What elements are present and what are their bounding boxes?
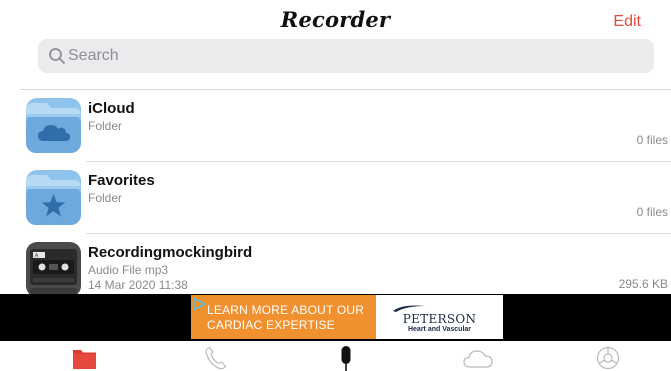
item-count: 0 files: [636, 133, 668, 147]
gear-icon[interactable]: [595, 345, 621, 371]
folder-icon[interactable]: [72, 345, 98, 371]
nav-bar: Recorder Edit: [0, 0, 671, 40]
item-title: Recordingmockingbird: [88, 244, 253, 261]
ad-line-1: LEARN MORE ABOUT OUR: [207, 303, 365, 317]
list-item-icloud[interactable]: iCloud Folder 0 files: [0, 90, 671, 162]
item-count: 0 files: [636, 205, 668, 219]
item-title: iCloud: [88, 100, 135, 117]
item-date: 14 Mar 2020 11:38: [88, 278, 188, 292]
item-subtitle: Audio File mp3: [88, 263, 169, 277]
icloud-folder-icon: [26, 98, 81, 153]
app-title: Recorder: [280, 7, 391, 32]
ad-banner[interactable]: LEARN MORE ABOUT OUR CARDIAC EXPERTISE P…: [0, 294, 671, 341]
search-bar[interactable]: [38, 39, 654, 73]
item-size: 295.6 KB: [618, 277, 668, 291]
ad-brand: PETERSON: [402, 312, 477, 326]
file-list: iCloud Folder 0 files Favorites Folder 0…: [0, 90, 671, 306]
tab-bar: [0, 341, 671, 371]
item-title: Favorites: [88, 172, 155, 189]
phone-icon[interactable]: [203, 345, 229, 371]
search-input[interactable]: [68, 39, 628, 73]
ad-sponsor[interactable]: PETERSON Heart and Vascular: [376, 295, 503, 339]
edit-button[interactable]: Edit: [613, 13, 641, 31]
ad-content[interactable]: LEARN MORE ABOUT OUR CARDIAC EXPERTISE P…: [191, 295, 503, 339]
svg-text:A: A: [35, 254, 39, 260]
cassette-icon: A: [26, 242, 81, 297]
microphone-icon[interactable]: [333, 345, 359, 371]
list-item-favorites[interactable]: Favorites Folder 0 files: [0, 162, 671, 234]
cloud-icon[interactable]: [462, 345, 494, 371]
ad-cta[interactable]: LEARN MORE ABOUT OUR CARDIAC EXPERTISE: [191, 295, 376, 339]
favorites-folder-icon: [26, 170, 81, 225]
ad-choices-icon[interactable]: [194, 298, 206, 310]
ad-line-2: CARDIAC EXPERTISE: [207, 318, 335, 332]
ad-brand-sub: Heart and Vascular: [407, 326, 472, 333]
item-subtitle: Folder: [88, 119, 123, 133]
search-icon: [49, 48, 65, 64]
item-subtitle: Folder: [88, 191, 123, 205]
ad-text: LEARN MORE ABOUT OUR CARDIAC EXPERTISE: [207, 303, 373, 333]
